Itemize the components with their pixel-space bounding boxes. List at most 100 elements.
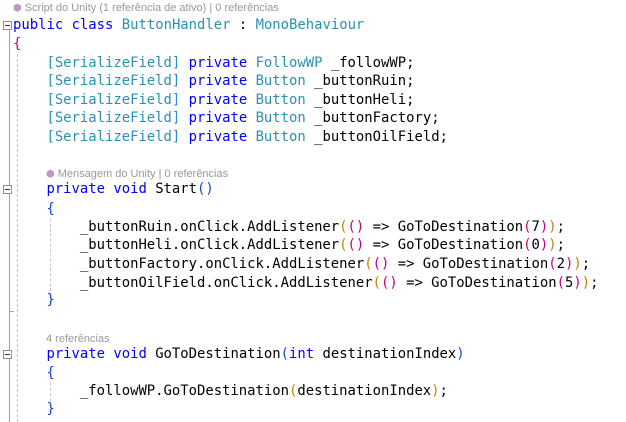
bracket: ( [523,219,532,235]
bracket: ( [556,275,565,291]
bracket: ) [573,275,582,291]
code-line[interactable]: _followWP.GoToDestination(destinationInd… [13,382,448,400]
bracket: { [13,36,22,52]
code-text: GoToDestination [146,346,281,362]
code-line[interactable]: { [13,200,55,218]
type-name: [SerializeField] [46,110,181,126]
code-text: destinationIndex [297,383,432,399]
code-text: 0 [531,237,540,253]
keyword: private [188,55,248,71]
code-text: _buttonFactory.onClick.AddListener [13,256,365,272]
unity-icon: ⬢ [13,3,22,14]
code-text: => GoToDestination [389,256,549,272]
bracket: () [372,256,390,272]
code-line[interactable]: public class ButtonHandler : MonoBehavio… [13,16,364,34]
code-line[interactable]: _buttonRuin.onClick.AddListener(() => Go… [13,218,565,236]
bracket: ) [573,256,582,272]
code-text: _buttonFactory; [305,110,440,126]
bracket: { [46,365,55,381]
collapse-start-icon[interactable] [3,185,12,194]
bracket: ( [339,237,348,253]
code-text: : [230,17,256,33]
code-line[interactable]: [SerializeField] private Button _buttonO… [13,128,448,146]
type-name: Button [255,110,306,126]
type-name: Button [255,129,306,145]
bracket: () [197,181,214,197]
codelens-class[interactable]: ⬢ Script do Unity (1 referência de ativo)… [13,1,279,16]
codelens-text: Mensagem do Unity | 0 referências [57,168,229,180]
keyword: private [188,110,248,126]
bracket: { [46,201,55,217]
code-line[interactable]: _buttonOilField.onClick.AddListener(() =… [13,274,599,292]
bracket: } [46,292,55,308]
collapse-goto-icon[interactable] [3,350,12,359]
type-name: Button [255,73,306,89]
bracket: () [380,275,398,291]
code-line[interactable]: _buttonHeli.onClick.AddListener(() => Go… [13,236,565,254]
code-line[interactable]: { [13,364,55,382]
outline-line [9,30,10,422]
code-text: destinationIndex [314,346,457,362]
bracket: ( [280,346,290,362]
bracket: ) [548,219,557,235]
keyword: private [188,129,248,145]
bracket: ( [339,219,348,235]
code-text: _buttonRuin; [305,73,415,89]
code-line[interactable]: private void Start() [13,180,214,198]
code-line[interactable]: [SerializeField] private Button _buttonR… [13,72,414,90]
code-line[interactable]: } [13,400,55,418]
keyword: private [188,73,248,89]
code-line[interactable]: [SerializeField] private FollowWP _follo… [13,54,414,72]
code-text: ; [556,219,566,235]
code-text: _buttonHeli.onClick.AddListener [13,237,340,253]
keyword: void [113,346,147,362]
bracket: } [46,401,55,417]
keyword: private [46,346,105,362]
type-name: Button [255,92,306,108]
bracket: ( [372,275,381,291]
code-text: _buttonOilField; [305,129,448,145]
code-line[interactable]: { [13,35,21,53]
code-line[interactable]: [SerializeField] private Button _buttonH… [13,91,414,109]
unity-icon: ⬢ [46,169,55,180]
type-name: MonoBehaviour [255,17,365,33]
outline-tick [9,311,14,312]
keyword: private [188,92,248,108]
bracket: () [347,219,365,235]
code-text: ; [439,383,448,399]
codelens-text: 4 referências [46,333,110,345]
bracket: ) [431,383,440,399]
codelens-goto[interactable]: 4 referências [46,332,110,346]
code-line[interactable]: } [13,291,55,309]
type-name: [SerializeField] [46,129,181,145]
type-name: [SerializeField] [46,92,181,108]
keyword: public [13,17,64,33]
bracket: ( [523,237,532,253]
type-name: [SerializeField] [46,73,181,89]
code-text: 7 [531,219,540,235]
code-text: => GoToDestination [364,237,524,253]
keyword: class [71,17,114,33]
code-line[interactable]: private void GoToDestination(int destina… [13,345,464,363]
code-line[interactable]: [SerializeField] private Button _buttonF… [13,109,440,127]
collapse-class-icon[interactable] [3,21,12,30]
code-text: _buttonHeli; [305,92,415,108]
code-line[interactable]: _buttonFactory.onClick.AddListener(() =>… [13,255,590,273]
type-name: [SerializeField] [46,55,181,71]
